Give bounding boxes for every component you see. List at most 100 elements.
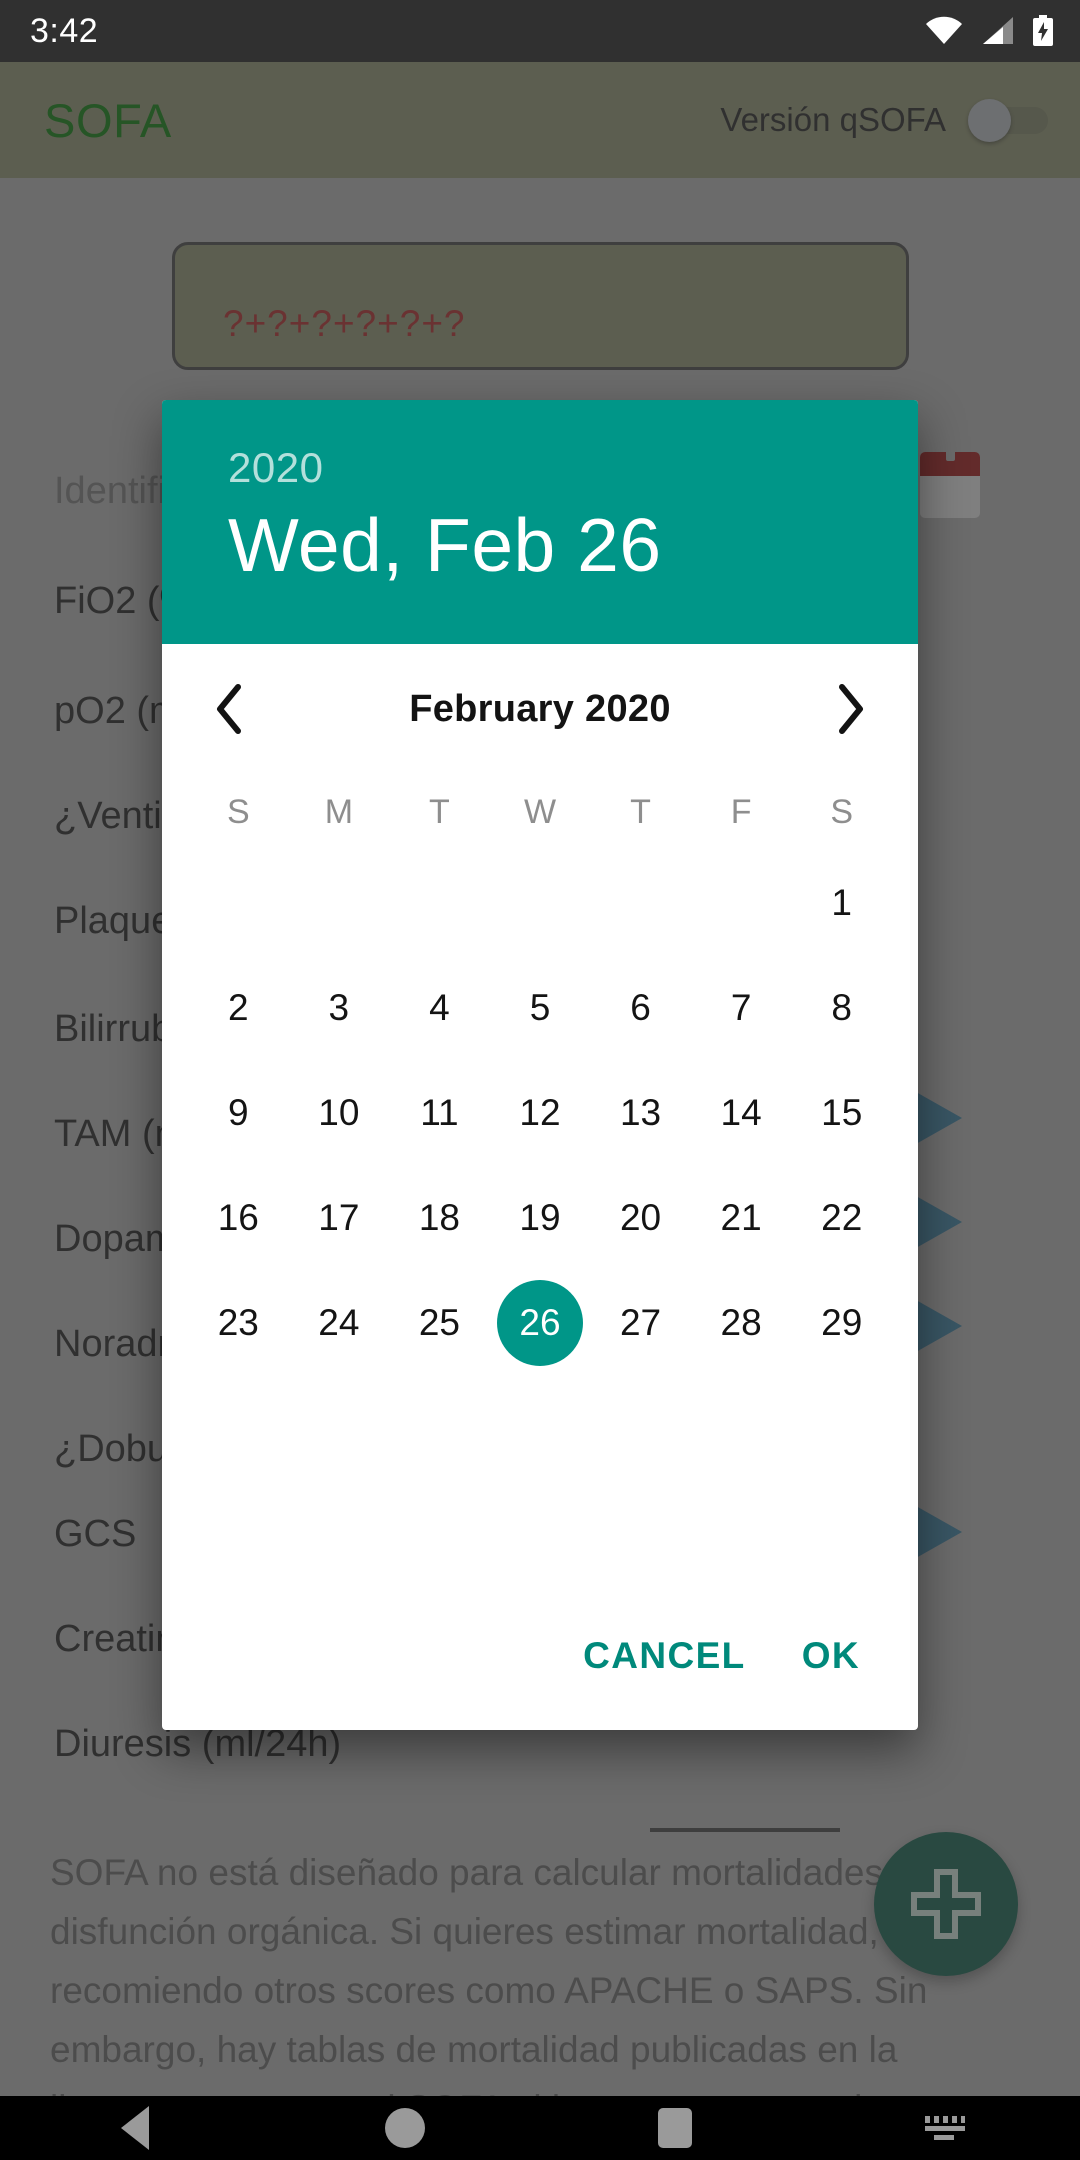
calendar-day-28[interactable]: 28 (698, 1280, 784, 1366)
calendar-day-15[interactable]: 15 (799, 1070, 885, 1156)
status-icon-group (924, 15, 1054, 47)
chevron-left-icon (217, 684, 241, 734)
phone-screen: SOFA Versión qSOFA ?+?+?+?+?+? Identific… (0, 0, 1080, 2160)
calendar-day-19[interactable]: 19 (497, 1175, 583, 1261)
recents-icon (658, 2108, 692, 2148)
calendar-day-cell[interactable]: 9 (188, 1060, 289, 1165)
calendar-day-23[interactable]: 23 (195, 1280, 281, 1366)
calendar-day-cell[interactable]: 8 (791, 955, 892, 1060)
calendar-day-10[interactable]: 10 (296, 1070, 382, 1156)
calendar-day-cell[interactable]: 22 (791, 1165, 892, 1270)
calendar-day-cell[interactable]: 28 (691, 1270, 792, 1375)
calendar-blank (296, 860, 382, 946)
calendar-day-7[interactable]: 7 (698, 965, 784, 1051)
calendar-day-13[interactable]: 13 (598, 1070, 684, 1156)
calendar-day-cell[interactable]: 21 (691, 1165, 792, 1270)
calendar-day-9[interactable]: 9 (195, 1070, 281, 1156)
weekday-header-1: M (324, 792, 354, 831)
calendar-blank-cell (188, 850, 289, 955)
calendar-day-16[interactable]: 16 (195, 1175, 281, 1261)
weekday-header-2: T (429, 792, 450, 831)
previous-month-button[interactable] (188, 668, 270, 750)
keyboard-icon (925, 2116, 965, 2140)
dialog-action-bar: CANCEL OK (162, 1582, 918, 1730)
calendar-day-20[interactable]: 20 (598, 1175, 684, 1261)
cellular-signal-icon (983, 17, 1013, 44)
calendar-day-3[interactable]: 3 (296, 965, 382, 1051)
calendar-day-21[interactable]: 21 (698, 1175, 784, 1261)
calendar-day-8[interactable]: 8 (799, 965, 885, 1051)
weekday-header-5: F (730, 792, 752, 831)
calendar-day-cell[interactable]: 24 (289, 1270, 390, 1375)
weekday-header-0: S (226, 792, 250, 831)
calendar-day-26[interactable]: 26 (496, 1279, 583, 1366)
date-picker-header: 2020 Wed, Feb 26 (162, 400, 918, 644)
calendar-day-4[interactable]: 4 (396, 965, 482, 1051)
calendar-blank-cell (691, 850, 792, 955)
calendar-day-cell[interactable]: 12 (490, 1060, 591, 1165)
calendar-day-17[interactable]: 17 (296, 1175, 382, 1261)
nav-back-button[interactable] (0, 2106, 270, 2150)
calendar-day-cell[interactable]: 26 (490, 1270, 591, 1375)
next-month-button[interactable] (810, 668, 892, 750)
calendar-day-cell[interactable]: 27 (590, 1270, 691, 1375)
calendar-day-cell[interactable]: 11 (389, 1060, 490, 1165)
wifi-icon (926, 16, 962, 44)
calendar-day-cell[interactable]: 14 (691, 1060, 792, 1165)
calendar-day-cell[interactable]: 10 (289, 1060, 390, 1165)
android-nav-bar (0, 2096, 1080, 2160)
weekday-header-6: S (830, 792, 854, 831)
ok-button[interactable]: OK (802, 1635, 860, 1677)
calendar-blank-cell (289, 850, 390, 955)
calendar-day-11[interactable]: 11 (396, 1070, 482, 1156)
calendar-day-cell[interactable]: 17 (289, 1165, 390, 1270)
calendar-day-grid: 1 2 3 4 5 6 7 8 9 10 11 12 13 14 15 16 17 18 19 20 21 22 23 24 2… (188, 850, 892, 1375)
current-month-label: February 2020 (409, 687, 671, 730)
calendar-day-22[interactable]: 22 (799, 1175, 885, 1261)
calendar-day-cell[interactable]: 1 (791, 850, 892, 955)
calendar-day-cell[interactable]: 3 (289, 955, 390, 1060)
calendar-day-cell[interactable]: 20 (590, 1165, 691, 1270)
calendar-blank-cell (490, 850, 591, 955)
calendar-blank (598, 860, 684, 946)
calendar-day-cell[interactable]: 19 (490, 1165, 591, 1270)
calendar-blank-cell (590, 850, 691, 955)
weekday-header-3: W (523, 792, 557, 831)
calendar-day-cell[interactable]: 18 (389, 1165, 490, 1270)
calendar-day-cell[interactable]: 6 (590, 955, 691, 1060)
cancel-button[interactable]: CANCEL (583, 1635, 746, 1677)
calendar-day-1[interactable]: 1 (799, 860, 885, 946)
calendar-day-24[interactable]: 24 (296, 1280, 382, 1366)
calendar-day-25[interactable]: 25 (396, 1280, 482, 1366)
selected-year[interactable]: 2020 (228, 444, 918, 492)
home-icon (385, 2108, 425, 2148)
calendar-blank (195, 860, 281, 946)
calendar-day-cell[interactable]: 15 (791, 1060, 892, 1165)
calendar-day-6[interactable]: 6 (598, 965, 684, 1051)
calendar-day-cell[interactable]: 4 (389, 955, 490, 1060)
calendar-day-2[interactable]: 2 (195, 965, 281, 1051)
calendar-day-12[interactable]: 12 (497, 1070, 583, 1156)
calendar-day-14[interactable]: 14 (698, 1070, 784, 1156)
calendar-day-cell[interactable]: 5 (490, 955, 591, 1060)
back-icon (121, 2106, 149, 2150)
calendar-day-cell[interactable]: 13 (590, 1060, 691, 1165)
chevron-right-icon (839, 684, 863, 734)
calendar-blank (396, 860, 482, 946)
calendar-day-cell[interactable]: 7 (691, 955, 792, 1060)
nav-keyboard-button[interactable] (810, 2112, 1080, 2144)
selected-date-title[interactable]: Wed, Feb 26 (228, 502, 918, 588)
nav-recents-button[interactable] (540, 2108, 810, 2148)
calendar-day-5[interactable]: 5 (497, 965, 583, 1051)
calendar-day-cell[interactable]: 16 (188, 1165, 289, 1270)
calendar-day-27[interactable]: 27 (598, 1280, 684, 1366)
weekday-header-row: SMTWTFS (188, 774, 892, 850)
calendar-day-cell[interactable]: 23 (188, 1270, 289, 1375)
calendar-day-29[interactable]: 29 (799, 1280, 885, 1366)
calendar-day-cell[interactable]: 25 (389, 1270, 490, 1375)
calendar-day-cell[interactable]: 29 (791, 1270, 892, 1375)
calendar-day-cell[interactable]: 2 (188, 955, 289, 1060)
calendar-day-18[interactable]: 18 (396, 1175, 482, 1261)
battery-charging-icon (1033, 15, 1053, 46)
nav-home-button[interactable] (270, 2108, 540, 2148)
